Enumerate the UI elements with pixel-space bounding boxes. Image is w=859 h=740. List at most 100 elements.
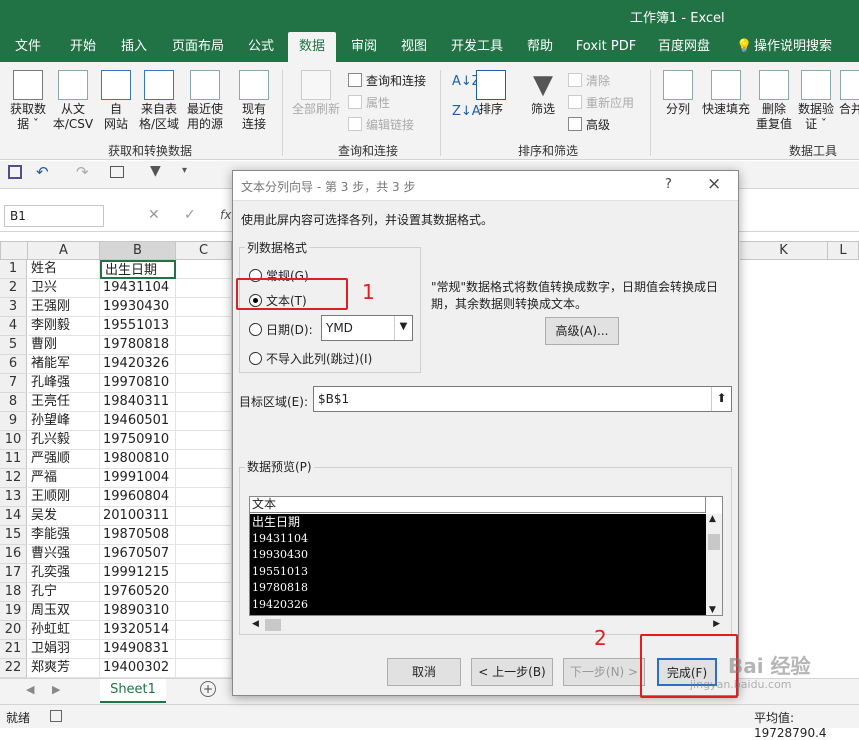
column-header-c[interactable]: C — [176, 241, 232, 260]
cell-a[interactable]: 吴发 — [28, 507, 100, 526]
scroll-left-icon[interactable]: ◀ — [252, 619, 259, 629]
column-header-a[interactable]: A — [28, 241, 100, 260]
redo-icon[interactable]: ↷ — [76, 163, 89, 181]
cell-c[interactable] — [176, 564, 232, 583]
sheet-tab-sheet1[interactable]: Sheet1 — [100, 679, 166, 703]
cell-a[interactable]: 王顺刚 — [28, 488, 100, 507]
cell-a[interactable]: 卫兴 — [28, 279, 100, 298]
scroll-left-icon[interactable]: ◀ — [26, 683, 34, 696]
cell-b[interactable]: 19490831 — [100, 640, 176, 659]
cell-c[interactable] — [176, 279, 232, 298]
filter-icon[interactable]: ▼ — [150, 163, 161, 179]
cell-b[interactable]: 19460501 — [100, 412, 176, 431]
cell-c[interactable] — [176, 545, 232, 564]
column-header-k[interactable]: K — [740, 241, 828, 260]
cell-b[interactable]: 19780818 — [100, 336, 176, 355]
column-header-l[interactable]: L — [828, 241, 859, 260]
cell-b[interactable]: 19760520 — [100, 583, 176, 602]
cancel-icon[interactable]: ✕ — [148, 207, 160, 223]
back-button[interactable]: < 上一步(B) — [471, 658, 553, 686]
advanced-filter-button[interactable]: 高级 — [568, 116, 610, 133]
from-web-button[interactable]: 自 网站 — [98, 70, 134, 132]
row-header[interactable]: 21 — [0, 640, 27, 659]
row-header[interactable]: 11 — [0, 450, 27, 469]
cell-c[interactable] — [176, 431, 232, 450]
add-sheet-icon[interactable]: + — [200, 681, 216, 697]
row-header[interactable]: 6 — [0, 355, 27, 374]
scroll-right-icon[interactable]: ▶ — [713, 619, 720, 629]
tab-insert[interactable]: 插入 — [112, 32, 156, 62]
cell-a[interactable]: 孙望峰 — [28, 412, 100, 431]
advanced-button[interactable]: 高级(A)... — [545, 317, 619, 345]
help-icon[interactable]: ? — [665, 177, 672, 192]
collapse-dialog-icon[interactable]: ⬆ — [711, 387, 731, 411]
tab-foxit-pdf[interactable]: Foxit PDF — [572, 32, 640, 62]
tab-review[interactable]: 审阅 — [342, 32, 386, 62]
cell-c[interactable] — [176, 469, 232, 488]
preview-column-header[interactable]: 文本 — [250, 497, 706, 513]
tab-developer[interactable]: 开发工具 — [446, 32, 508, 62]
cell-b[interactable]: 19400302 — [100, 659, 176, 678]
row-header[interactable]: 12 — [0, 469, 27, 488]
save-icon[interactable] — [8, 165, 22, 179]
cell-b[interactable]: 19670507 — [100, 545, 176, 564]
form-icon[interactable] — [110, 166, 124, 178]
cell-c[interactable] — [176, 393, 232, 412]
sort-button[interactable]: 排序 — [474, 70, 508, 117]
cell-b[interactable]: 19800810 — [100, 450, 176, 469]
cancel-button[interactable]: 取消 — [387, 658, 461, 686]
tab-baidu-netdisk[interactable]: 百度网盘 — [652, 32, 716, 62]
close-icon[interactable]: × — [707, 174, 721, 194]
cell-a[interactable]: 王强刚 — [28, 298, 100, 317]
tab-page-layout[interactable]: 页面布局 — [166, 32, 230, 62]
cell-a[interactable]: 李能强 — [28, 526, 100, 545]
date-format-select[interactable]: YMD ▼ — [321, 315, 413, 341]
tab-help[interactable]: 帮助 — [520, 32, 560, 62]
undo-icon[interactable]: ↶ — [36, 163, 49, 181]
queries-connections-button[interactable]: 查询和连接 — [348, 72, 426, 89]
cell-c[interactable] — [176, 526, 232, 545]
row-header[interactable]: 8 — [0, 393, 27, 412]
row-header[interactable]: 16 — [0, 545, 27, 564]
cell-c[interactable] — [176, 298, 232, 317]
row-header[interactable]: 14 — [0, 507, 27, 526]
cell-c[interactable] — [176, 374, 232, 393]
cell-c[interactable] — [176, 260, 232, 279]
row-header[interactable]: 20 — [0, 621, 27, 640]
radio-date[interactable]: 日期(D): — [249, 321, 313, 338]
row-header[interactable]: 3 — [0, 298, 27, 317]
cell-b[interactable]: 出生日期 — [100, 260, 176, 279]
row-header[interactable]: 9 — [0, 412, 27, 431]
filter-button[interactable]: ▼ 筛选 — [526, 70, 560, 117]
clear-button[interactable]: 清除 — [568, 72, 610, 89]
tab-data[interactable]: 数据 — [288, 32, 336, 62]
cell-a[interactable]: 周玉双 — [28, 602, 100, 621]
cell-c[interactable] — [176, 621, 232, 640]
text-to-columns-button[interactable]: 分列 — [660, 70, 696, 117]
radio-skip[interactable]: 不导入此列(跳过)(I) — [249, 350, 372, 367]
cell-a[interactable]: 孔宁 — [28, 583, 100, 602]
cell-a[interactable]: 严强顺 — [28, 450, 100, 469]
scroll-up-icon[interactable]: ▲ — [709, 514, 716, 524]
column-header-b[interactable]: B — [100, 241, 176, 260]
destination-input[interactable]: $B$1 ⬆ — [313, 386, 732, 412]
properties-button[interactable]: 属性 — [348, 94, 390, 111]
data-preview-pane[interactable]: 文本 出生日期 19431104 19930430 19551013 19780… — [249, 496, 723, 616]
cell-b[interactable]: 19930430 — [100, 298, 176, 317]
cell-b[interactable]: 19750910 — [100, 431, 176, 450]
from-text-csv-button[interactable]: 从文 本/CSV — [50, 70, 96, 132]
cell-b[interactable]: 19840311 — [100, 393, 176, 412]
row-header[interactable]: 18 — [0, 583, 27, 602]
cell-b[interactable]: 19320514 — [100, 621, 176, 640]
tab-view[interactable]: 视图 — [392, 32, 436, 62]
cell-a[interactable]: 孙虹虹 — [28, 621, 100, 640]
edit-links-button[interactable]: 编辑链接 — [348, 116, 414, 133]
cell-b[interactable]: 19970810 — [100, 374, 176, 393]
reapply-button[interactable]: 重新应用 — [568, 94, 634, 111]
tab-formulas[interactable]: 公式 — [238, 32, 284, 62]
fx-icon[interactable]: fx — [220, 208, 231, 222]
recent-sources-button[interactable]: 最近使 用的源 — [182, 70, 228, 132]
next-button[interactable]: 下一步(N) > — [563, 658, 645, 686]
tab-file[interactable]: 文件 — [6, 32, 50, 62]
cell-c[interactable] — [176, 355, 232, 374]
